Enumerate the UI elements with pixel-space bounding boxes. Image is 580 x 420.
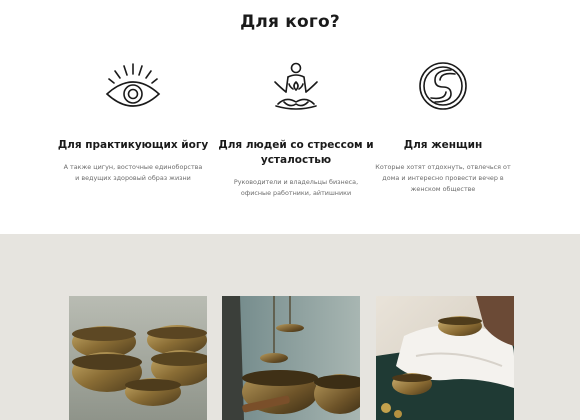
sound-healing-photo bbox=[376, 296, 514, 420]
eye-icon bbox=[105, 63, 161, 107]
audience-description: Руководители и владельцы бизнеса, офисны… bbox=[233, 178, 359, 197]
gallery-section bbox=[0, 234, 580, 420]
bowl-playing-photo bbox=[222, 296, 360, 420]
audience-card-women: Для женщин Которые хотят отдохнуть, отвл… bbox=[363, 60, 523, 195]
audience-description: А также цигун, восточные единоборства и … bbox=[63, 163, 203, 182]
yin-yang-icon bbox=[419, 62, 467, 110]
audience-description: Которые хотят отдохнуть, отвлечься от до… bbox=[375, 163, 511, 193]
audience-heading: Для женщин bbox=[403, 139, 483, 151]
audience-card-stress: Для людей со стрессом и усталостью Руков… bbox=[216, 60, 376, 199]
audience-heading: Для практикующих йогу bbox=[57, 139, 209, 151]
singing-bowls-photo bbox=[69, 296, 207, 420]
audience-heading: Для людей со стрессом и усталостью bbox=[218, 139, 374, 166]
audience-section: Для кого? Для практикующих йогу А также … bbox=[0, 0, 580, 234]
section-title: Для кого? bbox=[240, 12, 340, 32]
meditation-icon bbox=[274, 62, 318, 110]
audience-card-yoga: Для практикующих йогу А также цигун, вос… bbox=[53, 60, 213, 184]
